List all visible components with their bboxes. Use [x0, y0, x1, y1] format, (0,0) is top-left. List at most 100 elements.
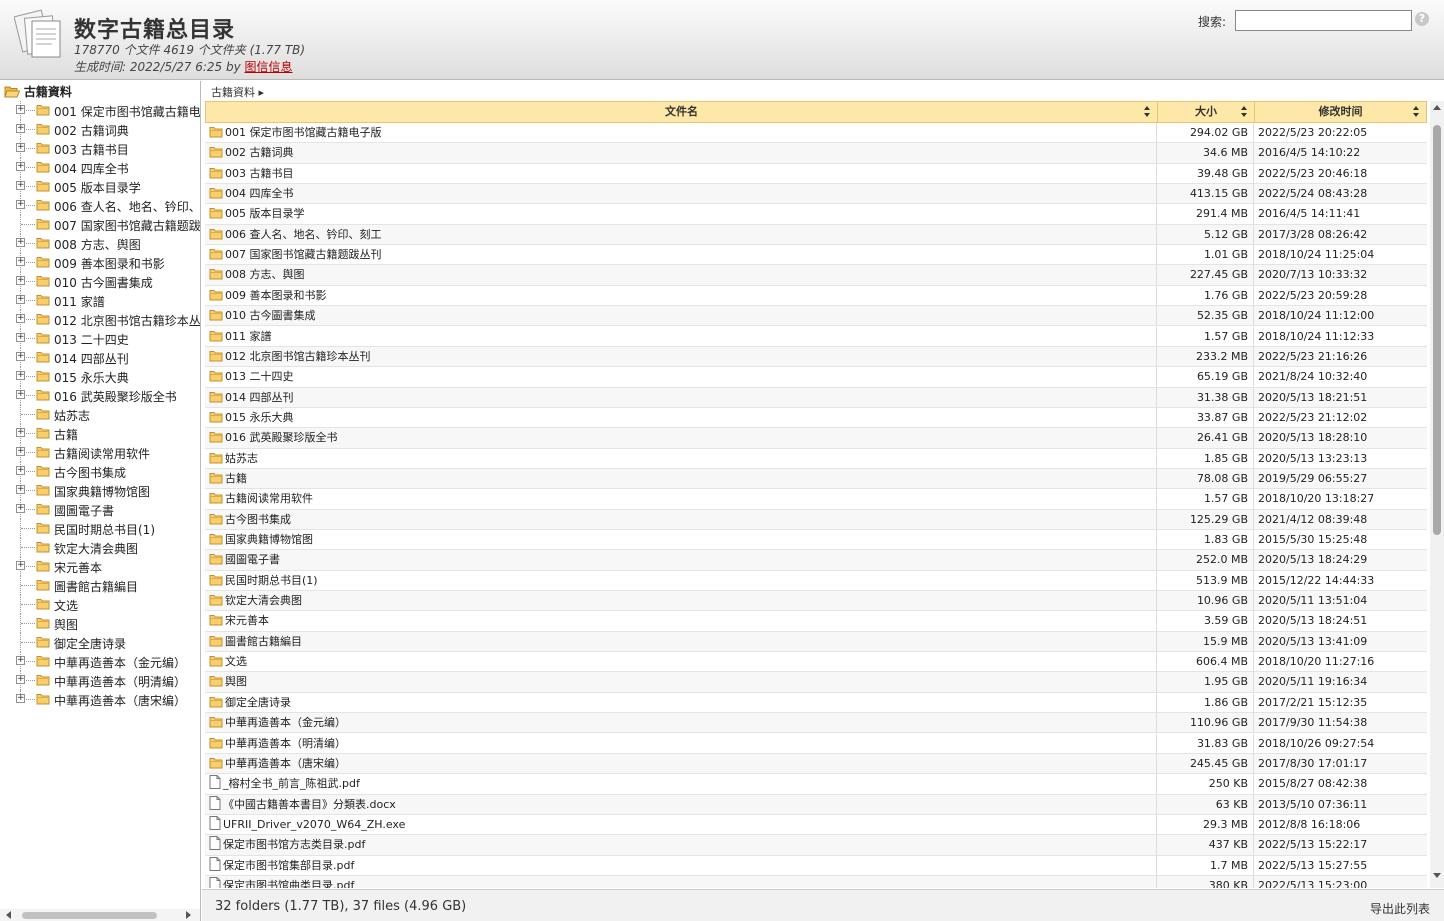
- table-row[interactable]: 民国时期总书目(1) 513.9 MB 2015/12/22 14:44:33: [205, 570, 1427, 592]
- tree-item[interactable]: +013 二十四史: [0, 329, 200, 348]
- cell-name[interactable]: 006 查人名、地名、钤印、刻工: [209, 225, 1149, 245]
- expand-toggle-icon[interactable]: +: [16, 124, 25, 133]
- expand-toggle-icon[interactable]: +: [16, 314, 25, 323]
- cell-name[interactable]: 古今图书集成: [209, 510, 1149, 530]
- expand-toggle-icon[interactable]: +: [16, 390, 25, 399]
- expand-toggle-icon[interactable]: +: [16, 333, 25, 342]
- tree-item[interactable]: +004 四库全书: [0, 158, 200, 177]
- cell-name[interactable]: 003 古籍书目: [209, 164, 1149, 184]
- table-row[interactable]: 宋元善本 3.59 GB 2020/5/13 18:24:51: [205, 611, 1427, 632]
- breadcrumb[interactable]: 古籍資料 ▸: [202, 81, 1444, 101]
- table-row[interactable]: 014 四部丛刊 31.38 GB 2020/5/13 18:21:51: [205, 387, 1427, 408]
- tree-item[interactable]: +016 武英殿聚珍版全书: [0, 386, 200, 405]
- column-header-modified[interactable]: 修改时间: [1255, 102, 1426, 122]
- cell-name[interactable]: 御定全唐诗录: [209, 693, 1149, 713]
- expand-toggle-icon[interactable]: +: [16, 200, 25, 209]
- cell-name[interactable]: 保定市图书馆方志类目录.pdf: [209, 835, 1149, 855]
- cell-name[interactable]: 保定市图书馆曲类目录.pdf: [209, 876, 1149, 888]
- tree-item[interactable]: 舆图: [0, 614, 200, 633]
- cell-name[interactable]: 《中國古籍善本書目》分類表.docx: [209, 795, 1149, 815]
- table-row[interactable]: _榕村全书_前言_陈祖武.pdf 250 KB 2015/8/27 08:42:38: [205, 774, 1427, 795]
- table-row[interactable]: 011 家譜 1.57 GB 2018/10/24 11:12:33: [205, 326, 1427, 347]
- tree-item[interactable]: + 古籍: [0, 424, 200, 443]
- tree-item[interactable]: +005 版本目录学: [0, 177, 200, 196]
- cell-name[interactable]: 中華再造善本（明清编）: [209, 734, 1149, 754]
- table-row[interactable]: 古籍 78.08 GB 2019/5/29 06:55:27: [205, 468, 1427, 490]
- table-row[interactable]: 001 保定市图书馆藏古籍电子版 294.02 GB 2022/5/23 20:22…: [205, 123, 1427, 144]
- expand-toggle-icon[interactable]: +: [16, 561, 25, 570]
- table-row[interactable]: 保定市图书馆集部目录.pdf 1.7 MB 2022/5/13 15:27:55: [205, 855, 1427, 876]
- expand-toggle-icon[interactable]: +: [16, 694, 25, 703]
- tree-item[interactable]: 御定全唐诗录: [0, 633, 200, 652]
- table-row[interactable]: 中華再造善本（金元编） 110.96 GB 2017/9/30 11:54:38: [205, 713, 1427, 734]
- table-row[interactable]: 姑苏志 1.85 GB 2020/5/13 13:23:13: [205, 448, 1427, 469]
- tree-item[interactable]: +012 北京图书馆古籍珍本丛: [0, 310, 200, 329]
- table-row[interactable]: 010 古今圖書集成 52.35 GB 2018/10/24 11:12:00: [205, 306, 1427, 327]
- tree-item[interactable]: +010 古今圖書集成: [0, 272, 200, 291]
- scrollbar-thumb[interactable]: [1433, 125, 1441, 535]
- cell-name[interactable]: 009 善本图录和书影: [209, 286, 1149, 306]
- expand-toggle-icon[interactable]: +: [16, 485, 25, 494]
- tree-item[interactable]: +009 善本图录和书影: [0, 253, 200, 272]
- expand-toggle-icon[interactable]: +: [16, 295, 25, 304]
- expand-toggle-icon[interactable]: +: [16, 428, 25, 437]
- expand-toggle-icon[interactable]: +: [16, 447, 25, 456]
- tree-root[interactable]: 古籍資料: [4, 83, 72, 101]
- table-row[interactable]: 舆图 1.95 GB 2020/5/11 19:16:34: [205, 672, 1427, 693]
- tree-item[interactable]: 民国时期总书目(1): [0, 519, 200, 538]
- cell-name[interactable]: _榕村全书_前言_陈祖武.pdf: [209, 774, 1149, 794]
- table-row[interactable]: 016 武英殿聚珍版全书 26.41 GB 2020/5/13 18:28:10: [205, 428, 1427, 449]
- cell-name[interactable]: 004 四库全书: [209, 184, 1149, 204]
- cell-name[interactable]: 014 四部丛刊: [209, 388, 1149, 408]
- table-row[interactable]: 中華再造善本（明清编） 31.83 GB 2018/10/26 09:27:54: [205, 733, 1427, 754]
- tree-item[interactable]: + 古今图书集成: [0, 462, 200, 481]
- tree-item[interactable]: 圖書館古籍編目: [0, 576, 200, 595]
- table-row[interactable]: 006 查人名、地名、钤印、刻工 5.12 GB 2017/3/28 08:26:4…: [205, 224, 1427, 246]
- tree-item[interactable]: 007 国家图书馆藏古籍题跋: [0, 215, 200, 234]
- column-header-size[interactable]: 大小: [1158, 102, 1255, 122]
- cell-name[interactable]: 国家典籍博物馆图: [209, 530, 1149, 550]
- scrollbar-thumb[interactable]: [22, 912, 157, 919]
- scroll-down-icon[interactable]: [1433, 873, 1441, 878]
- cell-name[interactable]: 姑苏志: [209, 449, 1149, 469]
- table-row[interactable]: 古今图书集成 125.29 GB 2021/4/12 08:39:48: [205, 509, 1427, 530]
- tree-item[interactable]: 钦定大清会典图: [0, 538, 200, 557]
- expand-toggle-icon[interactable]: +: [16, 371, 25, 380]
- table-vertical-scrollbar[interactable]: [1430, 101, 1444, 888]
- cell-name[interactable]: 文选: [209, 652, 1149, 672]
- cell-name[interactable]: 舆图: [209, 672, 1149, 692]
- expand-toggle-icon[interactable]: +: [16, 143, 25, 152]
- tree-item[interactable]: +011 家譜: [0, 291, 200, 310]
- table-row[interactable]: 保定市图书馆方志类目录.pdf 437 KB 2022/5/13 15:22:17: [205, 835, 1427, 856]
- tree-item[interactable]: +003 古籍书目: [0, 139, 200, 158]
- table-row[interactable]: 保定市图书馆曲类目录.pdf 380 KB 2022/5/13 15:23:00: [205, 875, 1427, 888]
- tree-item[interactable]: + 中華再造善本（金元编）: [0, 652, 200, 671]
- tree-item[interactable]: + 國圖電子書: [0, 500, 200, 519]
- expand-toggle-icon[interactable]: +: [16, 656, 25, 665]
- expand-toggle-icon[interactable]: +: [16, 105, 25, 114]
- cell-name[interactable]: 010 古今圖書集成: [209, 306, 1149, 326]
- table-row[interactable]: 008 方志、舆图 227.45 GB 2020/7/13 10:33:32: [205, 265, 1427, 286]
- table-row[interactable]: 007 国家图书馆藏古籍题跋丛刊 1.01 GB 2018/10/24 11:25:…: [205, 245, 1427, 266]
- cell-name[interactable]: 013 二十四史: [209, 367, 1149, 387]
- tree-item[interactable]: 文选: [0, 595, 200, 614]
- cell-name[interactable]: 008 方志、舆图: [209, 265, 1149, 285]
- cell-name[interactable]: 古籍: [209, 469, 1149, 489]
- tree-item[interactable]: + 中華再造善本（唐宋编）: [0, 690, 200, 709]
- table-row[interactable]: 《中國古籍善本書目》分類表.docx 63 KB 2013/5/10 07:36:1…: [205, 794, 1427, 815]
- table-row[interactable]: 004 四库全书 413.15 GB 2022/5/24 08:43:28: [205, 184, 1427, 205]
- tree-item[interactable]: +008 方志、舆图: [0, 234, 200, 253]
- expand-toggle-icon[interactable]: +: [16, 181, 25, 190]
- table-row[interactable]: 古籍阅读常用软件 1.57 GB 2018/10/20 13:18:27: [205, 489, 1427, 510]
- cell-name[interactable]: 保定市图书馆集部目录.pdf: [209, 856, 1149, 876]
- scroll-left-icon[interactable]: [6, 911, 11, 919]
- cell-name[interactable]: UFRII_Driver_v2070_W64_ZH.exe: [209, 815, 1149, 835]
- cell-name[interactable]: 民国时期总书目(1): [209, 571, 1149, 591]
- expand-toggle-icon[interactable]: +: [16, 675, 25, 684]
- cell-name[interactable]: 015 永乐大典: [209, 408, 1149, 428]
- tree-item[interactable]: + 宋元善本: [0, 557, 200, 576]
- cell-name[interactable]: 005 版本目录学: [209, 204, 1149, 224]
- export-list-link[interactable]: 导出此列表: [1370, 900, 1430, 917]
- cell-name[interactable]: 002 古籍词典: [209, 143, 1149, 163]
- help-icon[interactable]: ?: [1415, 12, 1429, 26]
